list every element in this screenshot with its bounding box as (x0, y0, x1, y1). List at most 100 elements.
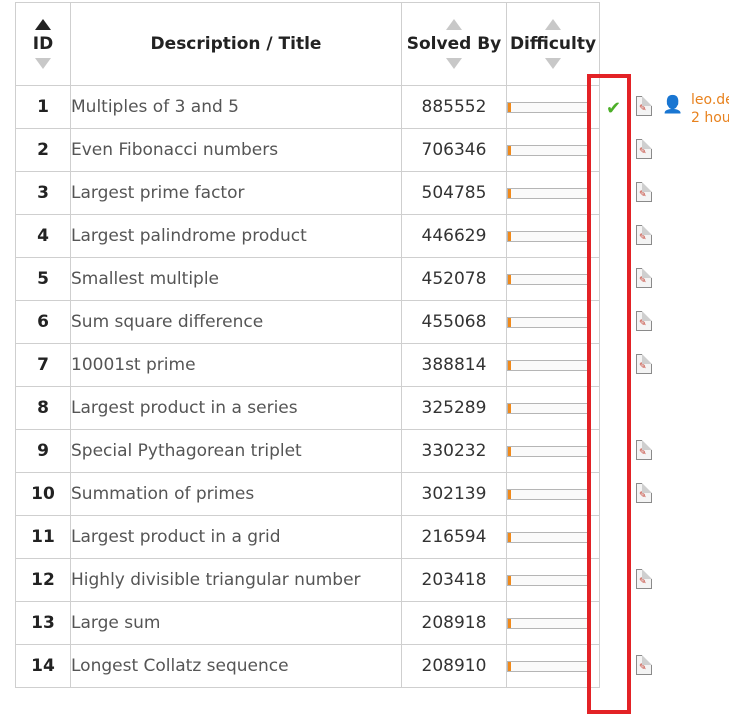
problem-title-link[interactable]: Even Fibonacci numbers (70, 128, 402, 172)
problem-title-link[interactable]: 10001st prime (70, 343, 402, 387)
table-row[interactable]: 7 10001st prime 388814 (15, 343, 600, 387)
table-row[interactable]: 11 Largest product in a grid 216594 (15, 515, 600, 559)
problem-id: 7 (15, 343, 71, 387)
title-header-label: Description / Title (150, 34, 322, 54)
difficulty-cell (506, 128, 600, 172)
pdf-icon[interactable]: ✎ (636, 483, 652, 503)
problem-id: 13 (15, 601, 71, 645)
difficulty-bar (507, 230, 589, 242)
pdf-icon[interactable]: ✎ (636, 182, 652, 202)
solved-count: 885552 (401, 85, 507, 129)
sort-descending-icon[interactable] (35, 58, 51, 69)
difficulty-bar (507, 144, 589, 156)
difficulty-bar (507, 402, 589, 414)
problem-title-link[interactable]: Largest product in a series (70, 386, 402, 430)
table-row[interactable]: 9 Special Pythagorean triplet 330232 (15, 429, 600, 473)
problem-title-link[interactable]: Summation of primes (70, 472, 402, 516)
table-row[interactable]: 10 Summation of primes 302139 (15, 472, 600, 516)
difficulty-cell (506, 85, 600, 129)
table-row[interactable]: 8 Largest product in a series 325289 (15, 386, 600, 430)
difficulty-fill (508, 145, 511, 155)
sort-descending-icon[interactable] (545, 58, 561, 69)
difficulty-fill (508, 317, 511, 327)
problem-title-link[interactable]: Large sum (70, 601, 402, 645)
solver-name[interactable]: leo.de (691, 91, 729, 109)
sort-solved-header[interactable]: Solved By (401, 2, 507, 86)
table-row[interactable]: 3 Largest prime factor 504785 (15, 171, 600, 215)
solved-count: 208918 (401, 601, 507, 645)
pdf-icon[interactable]: ✎ (636, 354, 652, 374)
difficulty-fill (508, 102, 511, 112)
sort-ascending-icon[interactable] (446, 19, 462, 30)
problem-title-link[interactable]: Largest prime factor (70, 171, 402, 215)
difficulty-cell (506, 257, 600, 301)
difficulty-cell (506, 644, 600, 688)
problem-title-link[interactable]: Largest product in a grid (70, 515, 402, 559)
solved-count: 446629 (401, 214, 507, 258)
table-row[interactable]: 12 Highly divisible triangular number 2034… (15, 558, 600, 602)
title-header: Description / Title (70, 2, 402, 86)
problem-id: 3 (15, 171, 71, 215)
difficulty-fill (508, 661, 511, 671)
sort-descending-icon[interactable] (446, 58, 462, 69)
table-row[interactable]: 13 Large sum 208918 (15, 601, 600, 645)
user-icon[interactable]: 👤 (662, 97, 683, 114)
problem-title-link[interactable]: Highly divisible triangular number (70, 558, 402, 602)
solved-count: 388814 (401, 343, 507, 387)
table-row[interactable]: 5 Smallest multiple 452078 (15, 257, 600, 301)
solved-count: 325289 (401, 386, 507, 430)
pdf-icon[interactable]: ✎ (636, 311, 652, 331)
pdf-icon[interactable]: ✎ (636, 440, 652, 460)
problem-title-link[interactable]: Longest Collatz sequence (70, 644, 402, 688)
problem-title-link[interactable]: Special Pythagorean triplet (70, 429, 402, 473)
problem-title-link[interactable]: Multiples of 3 and 5 (70, 85, 402, 129)
problem-id: 14 (15, 644, 71, 688)
solved-count: 203418 (401, 558, 507, 602)
problem-id: 4 (15, 214, 71, 258)
difficulty-cell (506, 601, 600, 645)
problem-id: 10 (15, 472, 71, 516)
table-row[interactable]: 2 Even Fibonacci numbers 706346 (15, 128, 600, 172)
problem-id: 2 (15, 128, 71, 172)
difficulty-bar (507, 445, 589, 457)
highlight-box (587, 74, 631, 714)
problem-title-link[interactable]: Sum square difference (70, 300, 402, 344)
pdf-icon[interactable]: ✎ (636, 569, 652, 589)
sort-id-header[interactable]: ID (15, 2, 71, 86)
problem-id: 8 (15, 386, 71, 430)
pdf-icon[interactable]: ✎ (636, 139, 652, 159)
table-row[interactable]: 6 Sum square difference 455068 (15, 300, 600, 344)
problem-title-link[interactable]: Smallest multiple (70, 257, 402, 301)
sort-ascending-icon[interactable] (35, 19, 51, 30)
recent-solver[interactable]: leo.de2 hou (691, 91, 729, 127)
difficulty-cell (506, 472, 600, 516)
pdf-icon[interactable]: ✎ (636, 268, 652, 288)
table-header-row: ID Description / Title Solved By Difficu… (15, 2, 600, 86)
difficulty-fill (508, 489, 511, 499)
solved-count: 452078 (401, 257, 507, 301)
problem-title-link[interactable]: Largest palindrome product (70, 214, 402, 258)
difficulty-fill (508, 446, 511, 456)
difficulty-fill (508, 188, 511, 198)
difficulty-bar (507, 574, 589, 586)
table-row[interactable]: 14 Longest Collatz sequence 208910 (15, 644, 600, 688)
pdf-icon[interactable]: ✎ (636, 225, 652, 245)
table-row[interactable]: 1 Multiples of 3 and 5 885552 (15, 85, 600, 129)
solved-count: 455068 (401, 300, 507, 344)
difficulty-cell (506, 343, 600, 387)
difficulty-bar (507, 617, 589, 629)
difficulty-cell (506, 386, 600, 430)
difficulty-fill (508, 274, 511, 284)
solved-count: 504785 (401, 171, 507, 215)
problem-id: 12 (15, 558, 71, 602)
difficulty-cell (506, 515, 600, 559)
pdf-icon[interactable]: ✎ (636, 96, 652, 116)
sort-difficulty-header[interactable]: Difficulty (506, 2, 600, 86)
difficulty-header-label: Difficulty (509, 34, 597, 54)
pdf-icon[interactable]: ✎ (636, 655, 652, 675)
sort-ascending-icon[interactable] (545, 19, 561, 30)
problem-id: 9 (15, 429, 71, 473)
difficulty-bar (507, 187, 589, 199)
table-row[interactable]: 4 Largest palindrome product 446629 (15, 214, 600, 258)
difficulty-cell (506, 429, 600, 473)
